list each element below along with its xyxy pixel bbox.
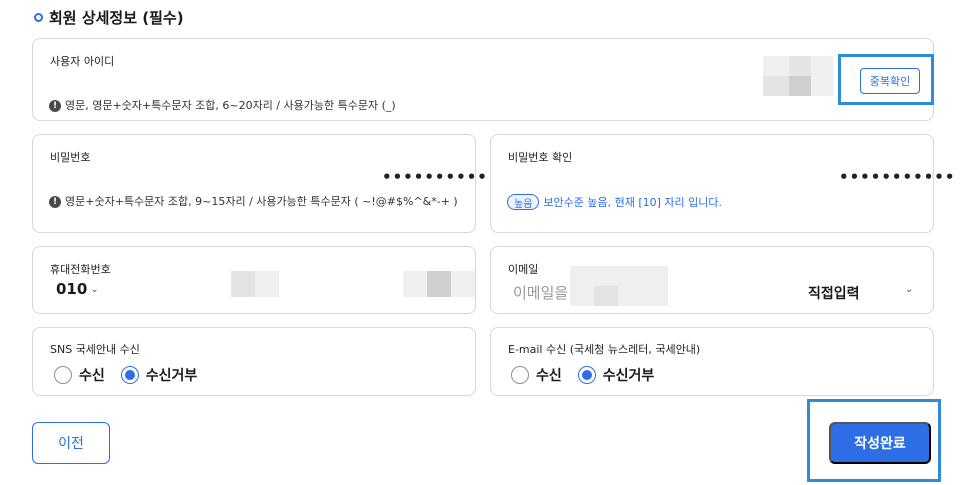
sns-radio-reject[interactable]: 수신거부 [120, 365, 198, 385]
security-level-text: 보안수준 높음, 현재 [10] 자리 입니다. [543, 196, 723, 209]
prev-button[interactable]: 이전 [32, 422, 110, 464]
email-subscribe-label: E-mail 수신 (국세청 뉴스레터, 국세안내) [508, 343, 701, 356]
email-radio-receive-label: 수신 [536, 368, 562, 384]
chevron-down-icon[interactable]: ⌄ [905, 284, 913, 295]
sns-radio-receive-label: 수신 [79, 368, 105, 384]
section-title: 회원 상세정보 (필수) [34, 6, 184, 28]
section-title-text: 회원 상세정보 (필수) [49, 8, 184, 27]
email-radio-receive[interactable]: 수신 [511, 365, 562, 385]
phone-prefix-value: 010 [56, 280, 88, 298]
sns-label: SNS 국세안내 수신 [50, 343, 140, 356]
sns-radio-group: 수신 수신거부 [54, 365, 197, 385]
password-confirm-label: 비밀번호 확인 [508, 151, 573, 164]
radio-button-icon[interactable] [54, 366, 72, 384]
user-id-label: 사용자 아이디 [50, 55, 115, 68]
radio-button-icon[interactable] [511, 366, 529, 384]
user-id-hint: ! 영문, 영문+숫자+특수문자 조합, 6~20자리 / 사용가능한 특수문자… [49, 99, 396, 113]
email-label: 이메일 [508, 263, 539, 276]
password-hint-text: 영문+숫자+특수문자 조합, 9~15자리 / 사용가능한 특수문자 ( ~!@… [65, 195, 458, 208]
password-hint: ! 영문+숫자+특수문자 조합, 9~15자리 / 사용가능한 특수문자 ( ~… [49, 195, 467, 209]
radio-button-checked-icon[interactable] [577, 366, 596, 384]
password-input[interactable]: •••••••••• [382, 168, 488, 186]
password-label: 비밀번호 [50, 151, 91, 164]
sns-radio-receive[interactable]: 수신 [54, 365, 105, 385]
user-id-hint-text: 영문, 영문+숫자+특수문자 조합, 6~20자리 / 사용가능한 특수문자 (… [65, 99, 396, 112]
email-card: 이메일 [490, 246, 934, 314]
email-radio-reject-label: 수신거부 [602, 368, 655, 384]
chevron-down-icon: ⌄ [90, 283, 99, 295]
security-level: 높음 보안수준 높음, 현재 [10] 자리 입니다. [507, 194, 722, 210]
email-radio-reject[interactable]: 수신거부 [577, 365, 655, 385]
submit-button-highlight [807, 399, 941, 482]
sns-card: SNS 국세안내 수신 [32, 327, 476, 396]
phone-label: 휴대전화번호 [50, 263, 111, 276]
sns-radio-reject-label: 수신거부 [145, 368, 198, 384]
circle-bullet-icon [34, 12, 43, 22]
duplicate-check-highlight [838, 54, 934, 105]
exclamation-circle-icon: ! [49, 100, 61, 112]
password-confirm-input[interactable]: ••••••••••• [839, 168, 955, 186]
email-input[interactable]: 이메일을 [513, 282, 568, 303]
exclamation-circle-icon: ! [49, 196, 61, 208]
phone-prefix-select[interactable]: 010 ⌄ [56, 280, 99, 298]
email-subscribe-radio-group: 수신 수신거부 [511, 365, 654, 385]
email-subscribe-card: E-mail 수신 (국세청 뉴스레터, 국세안내) [490, 327, 934, 396]
radio-button-checked-icon[interactable] [120, 366, 139, 384]
email-domain-select[interactable]: 직접입력 [808, 283, 860, 303]
security-level-badge: 높음 [507, 194, 540, 210]
